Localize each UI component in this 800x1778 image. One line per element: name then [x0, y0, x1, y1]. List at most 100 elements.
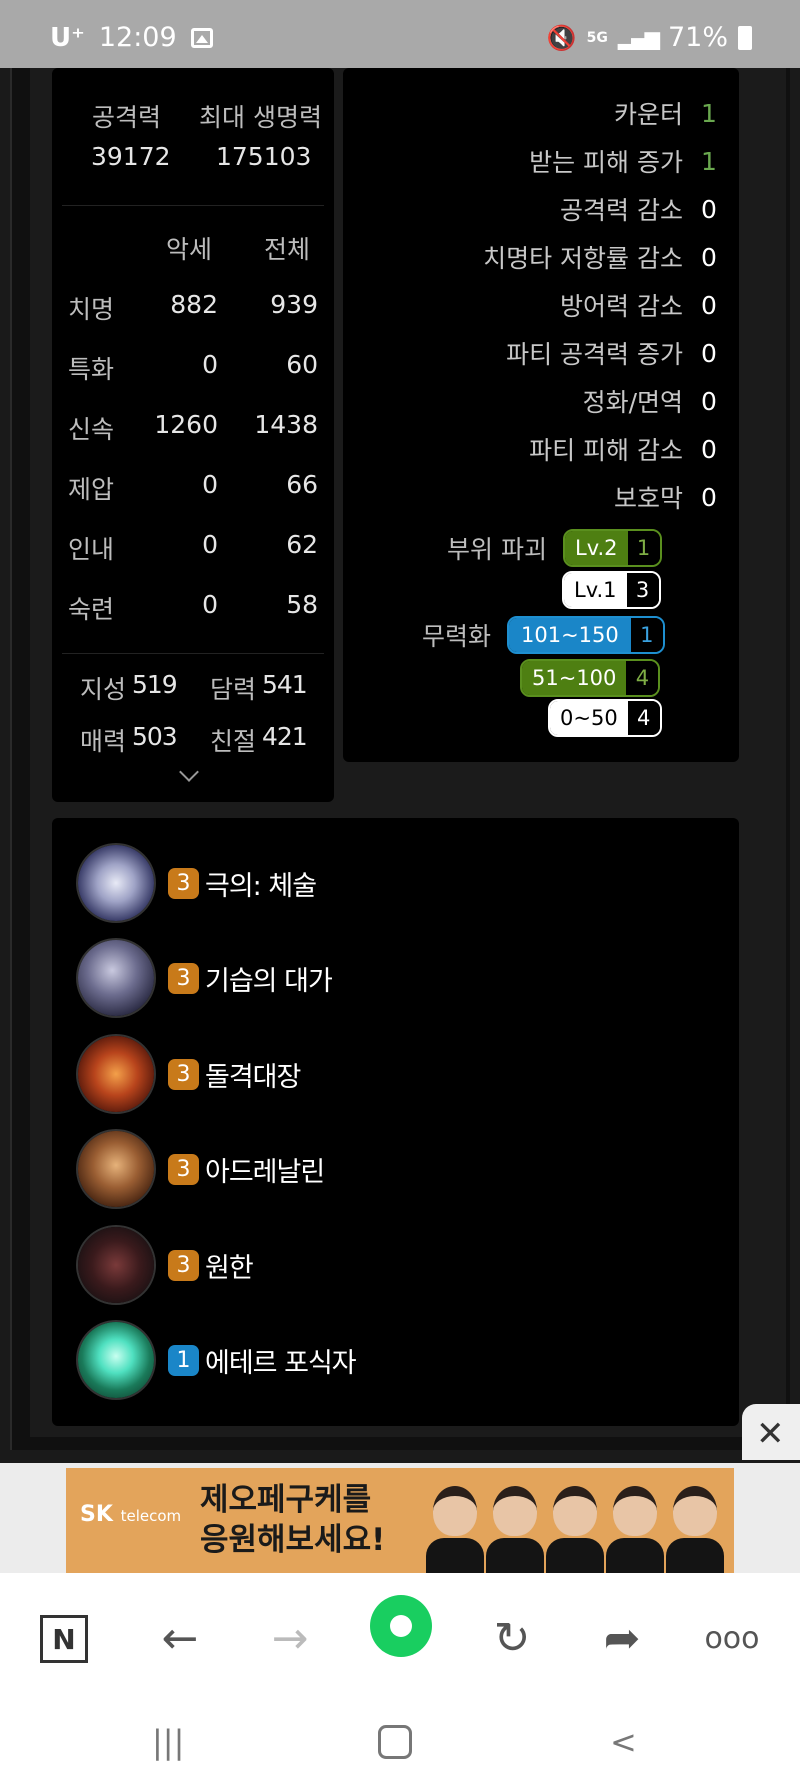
- synergy-label: 보호막: [613, 484, 683, 513]
- expand-chevron-icon[interactable]: [179, 762, 199, 782]
- synergy-value: 1: [701, 98, 717, 128]
- engraving-name: 돌격대장: [205, 1061, 301, 1093]
- synergy-value: 0: [701, 194, 717, 224]
- divider: [62, 653, 324, 654]
- engraving-name: 기습의 대가: [205, 965, 333, 997]
- engraving-item[interactable]: 3 기습의 대가: [78, 940, 333, 1016]
- engraving-item[interactable]: 3 극의: 체술: [78, 845, 317, 921]
- synergy-label: 치명타 저항률 감소: [483, 244, 683, 273]
- stat-label: 제압: [68, 475, 115, 504]
- clock: 12:09: [98, 22, 177, 53]
- synergy-row-damage-taken-increase: 받는 피해 증가 1: [529, 144, 739, 178]
- synergy-row-attack-reduction: 공격력 감소 0: [560, 192, 739, 226]
- part-break-lv1-pill: Lv.1 3: [562, 571, 661, 609]
- max-hp-value: 175103: [216, 142, 312, 171]
- ambush-master-icon: [78, 940, 154, 1016]
- ad-close-button[interactable]: ✕: [742, 1404, 800, 1460]
- synergy-row-cleanse-immunity: 정화/면역 0: [583, 384, 739, 418]
- engraving-name: 아드레날린: [205, 1156, 325, 1188]
- engraving-level-badge: 1: [168, 1344, 199, 1376]
- refresh-icon[interactable]: ↻: [482, 1608, 542, 1668]
- pill-range: 0~50: [550, 701, 628, 735]
- trait-label-kindness: 친절: [210, 727, 257, 756]
- gallery-notification-icon: [190, 27, 213, 48]
- ad-person-image: [426, 1486, 484, 1573]
- browser-toolbar: N ← → ↻ ➦ ooo ||| <: [0, 1573, 800, 1778]
- engraving-level-badge: 3: [168, 1249, 199, 1281]
- stat-accessory-value: 0: [202, 530, 218, 559]
- engraving-name: 극의: 체술: [205, 870, 317, 902]
- synergy-label: 파티 피해 감소: [529, 436, 683, 465]
- engraving-item[interactable]: 3 원한: [78, 1227, 254, 1303]
- system-back-icon[interactable]: <: [610, 1723, 637, 1761]
- column-header-accessory: 악세: [166, 235, 213, 264]
- stat-total-value: 60: [286, 350, 318, 379]
- recent-apps-icon[interactable]: |||: [152, 1723, 184, 1761]
- battery-percent: 71%: [667, 22, 728, 53]
- status-bar: U⁺ 12:09 🔇 5G ▂▄▆ 71%: [0, 0, 800, 68]
- trait-value-charm: 503: [132, 722, 178, 751]
- ether-predator-icon: [78, 1322, 154, 1398]
- pill-count: 1: [627, 531, 660, 565]
- ad-brand: SK: [80, 1502, 113, 1527]
- naver-home-button[interactable]: N: [40, 1615, 88, 1663]
- stats-panel: 공격력 최대 생명력 39172 175103 악세 전체 치명 882 939…: [52, 68, 334, 802]
- grudge-icon: [78, 1227, 154, 1303]
- pill-level: Lv.2: [565, 531, 628, 565]
- stat-total-value: 939: [270, 290, 318, 319]
- battery-icon: [738, 25, 752, 50]
- close-icon: ✕: [756, 1414, 785, 1454]
- stat-total-value: 66: [286, 470, 318, 499]
- stat-label: 숙련: [68, 595, 115, 624]
- stat-total-value: 1438: [254, 410, 318, 439]
- synergy-value: 0: [701, 242, 717, 272]
- synergy-value: 0: [701, 290, 717, 320]
- stat-label: 치명: [68, 295, 115, 324]
- stat-label: 신속: [68, 415, 115, 444]
- pill-range: 101~150: [509, 618, 631, 652]
- pill-count: 3: [626, 573, 659, 607]
- engraving-item[interactable]: 1 에테르 포식자: [78, 1322, 357, 1398]
- network-type-icon: 5G: [586, 29, 608, 46]
- synergy-label: 방어력 감소: [560, 292, 683, 321]
- trait-value-intellect: 519: [132, 670, 178, 699]
- signal-icon: ▂▄▆: [617, 25, 660, 50]
- trait-value-courage: 541: [262, 670, 308, 699]
- ad-banner[interactable]: SK telecom 제오페구케를 응원해보세요!: [66, 1468, 734, 1573]
- stat-total-value: 58: [286, 590, 318, 619]
- part-break-label: 부위 파괴: [447, 535, 547, 564]
- synergy-row-defense-reduction: 방어력 감소 0: [560, 288, 739, 322]
- more-icon[interactable]: ooo: [702, 1608, 762, 1668]
- synergy-panel: 카운터 1 받는 피해 증가 1 공격력 감소 0 치명타 저항률 감소 0 방…: [343, 68, 739, 762]
- synergy-row-party-damage-reduction: 파티 피해 감소 0: [529, 432, 739, 466]
- stat-accessory-value: 1260: [154, 410, 218, 439]
- synergy-row-counter: 카운터 1: [614, 96, 739, 130]
- pill-count: 4: [626, 661, 659, 695]
- trait-label-charm: 매력: [80, 727, 127, 756]
- back-arrow-icon[interactable]: ←: [150, 1608, 210, 1668]
- engraving-item[interactable]: 3 아드레날린: [78, 1131, 325, 1207]
- home-icon[interactable]: [378, 1725, 412, 1759]
- max-hp-label: 최대 생명력: [199, 103, 322, 132]
- engraving-level-badge: 3: [168, 1058, 199, 1090]
- green-dot-home-button[interactable]: [370, 1595, 432, 1657]
- forward-arrow-icon[interactable]: →: [260, 1608, 320, 1668]
- divider: [62, 205, 324, 206]
- ad-person-image: [606, 1486, 664, 1573]
- pill-count: 4: [627, 701, 660, 735]
- engraving-level-badge: 3: [168, 867, 199, 899]
- stagger-101-150-pill: 101~150 1: [507, 616, 665, 654]
- column-header-total: 전체: [264, 235, 311, 264]
- synergy-label: 카운터: [613, 100, 683, 129]
- ad-message: 제오페구케를 응원해보세요!: [200, 1480, 385, 1560]
- share-icon[interactable]: ➦: [592, 1608, 652, 1668]
- synergy-label: 정화/면역: [582, 388, 683, 417]
- stat-accessory-value: 0: [202, 590, 218, 619]
- synergy-label: 파티 공격력 증가: [506, 340, 683, 369]
- synergy-value: 0: [701, 434, 717, 464]
- ad-brand-logo: SK telecom: [80, 1502, 181, 1527]
- engraving-name: 원한: [205, 1252, 254, 1284]
- trait-label-intellect: 지성: [80, 675, 127, 704]
- stagger-0-50-pill: 0~50 4: [548, 699, 662, 737]
- engraving-item[interactable]: 3 돌격대장: [78, 1036, 301, 1112]
